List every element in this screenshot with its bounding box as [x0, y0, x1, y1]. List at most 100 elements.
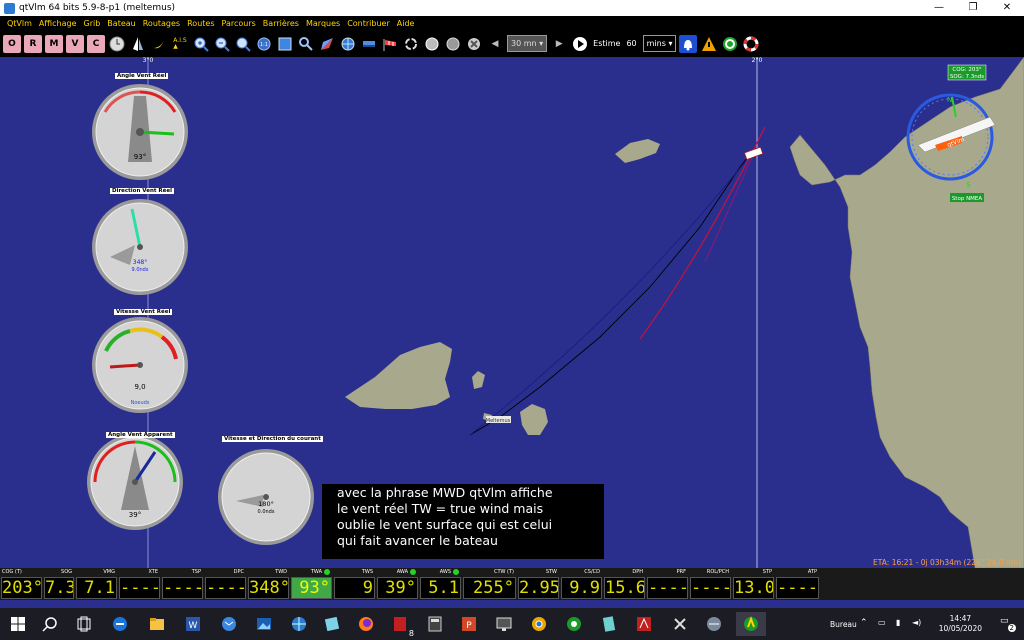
photos-icon[interactable] [252, 612, 276, 636]
globe-app-icon[interactable] [287, 612, 311, 636]
acrobat-icon[interactable] [632, 612, 656, 636]
instrument-dpc[interactable]: DPC ---- [204, 568, 247, 600]
sark-island [520, 404, 548, 435]
taskbar-clock[interactable]: 14:47 10/05/2020 [939, 614, 982, 634]
menu-routages[interactable]: Routages [143, 19, 180, 28]
banana-icon[interactable] [150, 35, 168, 53]
zoom-boat-icon[interactable]: 1:1 [255, 35, 273, 53]
instrument-stp[interactable]: STP 13.0° [732, 568, 775, 600]
period-select[interactable]: 30 mn ▾ [507, 35, 548, 52]
instrument-atp[interactable]: ATP ---- [775, 568, 820, 600]
sail-icon[interactable] [129, 35, 147, 53]
minimize-button[interactable]: — [922, 0, 956, 16]
magnifier-icon[interactable] [297, 35, 315, 53]
grib-c-button[interactable]: C [87, 34, 105, 53]
boat-list-icon[interactable] [360, 35, 378, 53]
notes-app-icon[interactable] [320, 612, 344, 636]
close-button[interactable]: ✕ [990, 0, 1024, 16]
menu-aide[interactable]: Aide [397, 19, 415, 28]
instrument-ctw[interactable]: CTW (T) 255° [462, 568, 517, 600]
menu-grib[interactable]: Grib [84, 19, 101, 28]
menu-parcours[interactable]: Parcours [221, 19, 255, 28]
grib-v-button[interactable]: V [66, 34, 84, 53]
instrument-twd[interactable]: TWD 348° [247, 568, 290, 600]
zoom-out-icon[interactable] [213, 35, 231, 53]
bell-icon[interactable] [679, 34, 698, 53]
estime-value-input[interactable]: 60 [623, 36, 640, 51]
compass-tool-icon[interactable] [318, 35, 336, 53]
instrument-dph[interactable]: DPH 15.6 [603, 568, 646, 600]
network-app-icon[interactable] [702, 612, 726, 636]
notebook-icon[interactable] [597, 612, 621, 636]
zoom-in-icon[interactable] [192, 35, 210, 53]
chrome-icon[interactable] [527, 612, 551, 636]
word-icon[interactable]: W [181, 612, 205, 636]
forward-icon[interactable]: ▶ [550, 35, 568, 53]
network-icon[interactable]: ▭ [878, 618, 886, 627]
windsock-icon[interactable] [381, 35, 399, 53]
task-view-icon[interactable] [72, 612, 96, 636]
qtvlm-app-icon [4, 2, 15, 14]
menu-qtvlm[interactable]: QtVlm [7, 19, 32, 28]
green-app-icon[interactable] [562, 612, 586, 636]
search-icon[interactable] [38, 612, 62, 636]
menu-routes[interactable]: Routes [187, 19, 214, 28]
instrument-awa[interactable]: AWA 39° [376, 568, 419, 600]
menu-affichage[interactable]: Affichage [39, 19, 77, 28]
grib-m-button[interactable]: M [45, 34, 63, 53]
menu-contribuer[interactable]: Contribuer [347, 19, 390, 28]
instrument-twa[interactable]: TWA 93° [290, 568, 333, 600]
grib-r-button[interactable]: R [24, 34, 42, 53]
powerpoint-icon[interactable]: P [457, 612, 481, 636]
gauge-tws-unit: Noeuds [131, 400, 150, 406]
firefox-icon[interactable] [354, 612, 378, 636]
instrument-xte[interactable]: XTE ---- [118, 568, 161, 600]
instrument-tsp[interactable]: TSP ---- [161, 568, 204, 600]
menu-barrieres[interactable]: Barrières [263, 19, 299, 28]
instrument-sog[interactable]: SOG 7.36 [43, 568, 75, 600]
instrument-tws[interactable]: TWS 9 [333, 568, 376, 600]
notification-icon[interactable]: ▭ 2 [1000, 616, 1016, 632]
pdf-app-icon[interactable]: 8 [388, 612, 414, 638]
target-icon[interactable] [721, 35, 739, 53]
qtvlm-taskbar-icon[interactable] [736, 612, 766, 636]
clock-icon[interactable] [108, 35, 126, 53]
edge-icon[interactable] [108, 612, 132, 636]
file-explorer-icon[interactable] [145, 612, 169, 636]
calculator-icon[interactable] [423, 612, 447, 636]
volume-icon[interactable]: ◄) [912, 618, 921, 627]
lifebuoy-icon[interactable] [742, 35, 760, 53]
restore-button[interactable]: ❐ [956, 0, 990, 16]
gear-grey-icon[interactable] [465, 35, 483, 53]
open-grib-button[interactable]: O [3, 34, 21, 53]
gray-ball-2-icon[interactable] [444, 35, 462, 53]
select-zone-icon[interactable] [276, 35, 294, 53]
globe-icon[interactable] [339, 35, 357, 53]
instrument-cog[interactable]: COG (T) 203° [0, 568, 43, 600]
mail-icon[interactable] [217, 612, 241, 636]
gray-ball-icon[interactable] [423, 35, 441, 53]
snipping-icon[interactable] [668, 612, 692, 636]
ais-icon[interactable]: A.I.S ▲ [171, 35, 189, 53]
instrument-cs-cd[interactable]: CS/CD 9.9 [560, 568, 603, 600]
instrument-stw[interactable]: STW 2.95 [517, 568, 560, 600]
instrument-rol-pch[interactable]: ROL/PCH ---- [689, 568, 732, 600]
instrument-value: ---- [647, 577, 688, 599]
play-icon[interactable] [571, 35, 589, 53]
chevron-up-icon[interactable]: ⌃ [860, 618, 868, 628]
instrument-vmg[interactable]: VMG 7.1 [75, 568, 118, 600]
eta-readout: ETA: 16:21 - 0j 03h34m (226° 24.0 nm) [873, 558, 1021, 567]
warning-icon[interactable] [700, 35, 718, 53]
rewind-icon[interactable]: ◀ [486, 35, 504, 53]
menu-bateau[interactable]: Bateau [107, 19, 135, 28]
menu-marques[interactable]: Marques [306, 19, 340, 28]
recycle-icon[interactable] [402, 35, 420, 53]
zoom-fit-icon[interactable] [234, 35, 252, 53]
instrument-aws[interactable]: AWS 5.1 [419, 568, 462, 600]
bureau-label[interactable]: Bureau [830, 620, 857, 629]
instrument-prf[interactable]: PRF ---- [646, 568, 689, 600]
monitor-icon[interactable] [492, 612, 516, 636]
battery-icon[interactable]: ▮ [896, 618, 900, 627]
start-button[interactable] [6, 612, 30, 636]
estime-unit-select[interactable]: mins ▾ [642, 35, 677, 52]
